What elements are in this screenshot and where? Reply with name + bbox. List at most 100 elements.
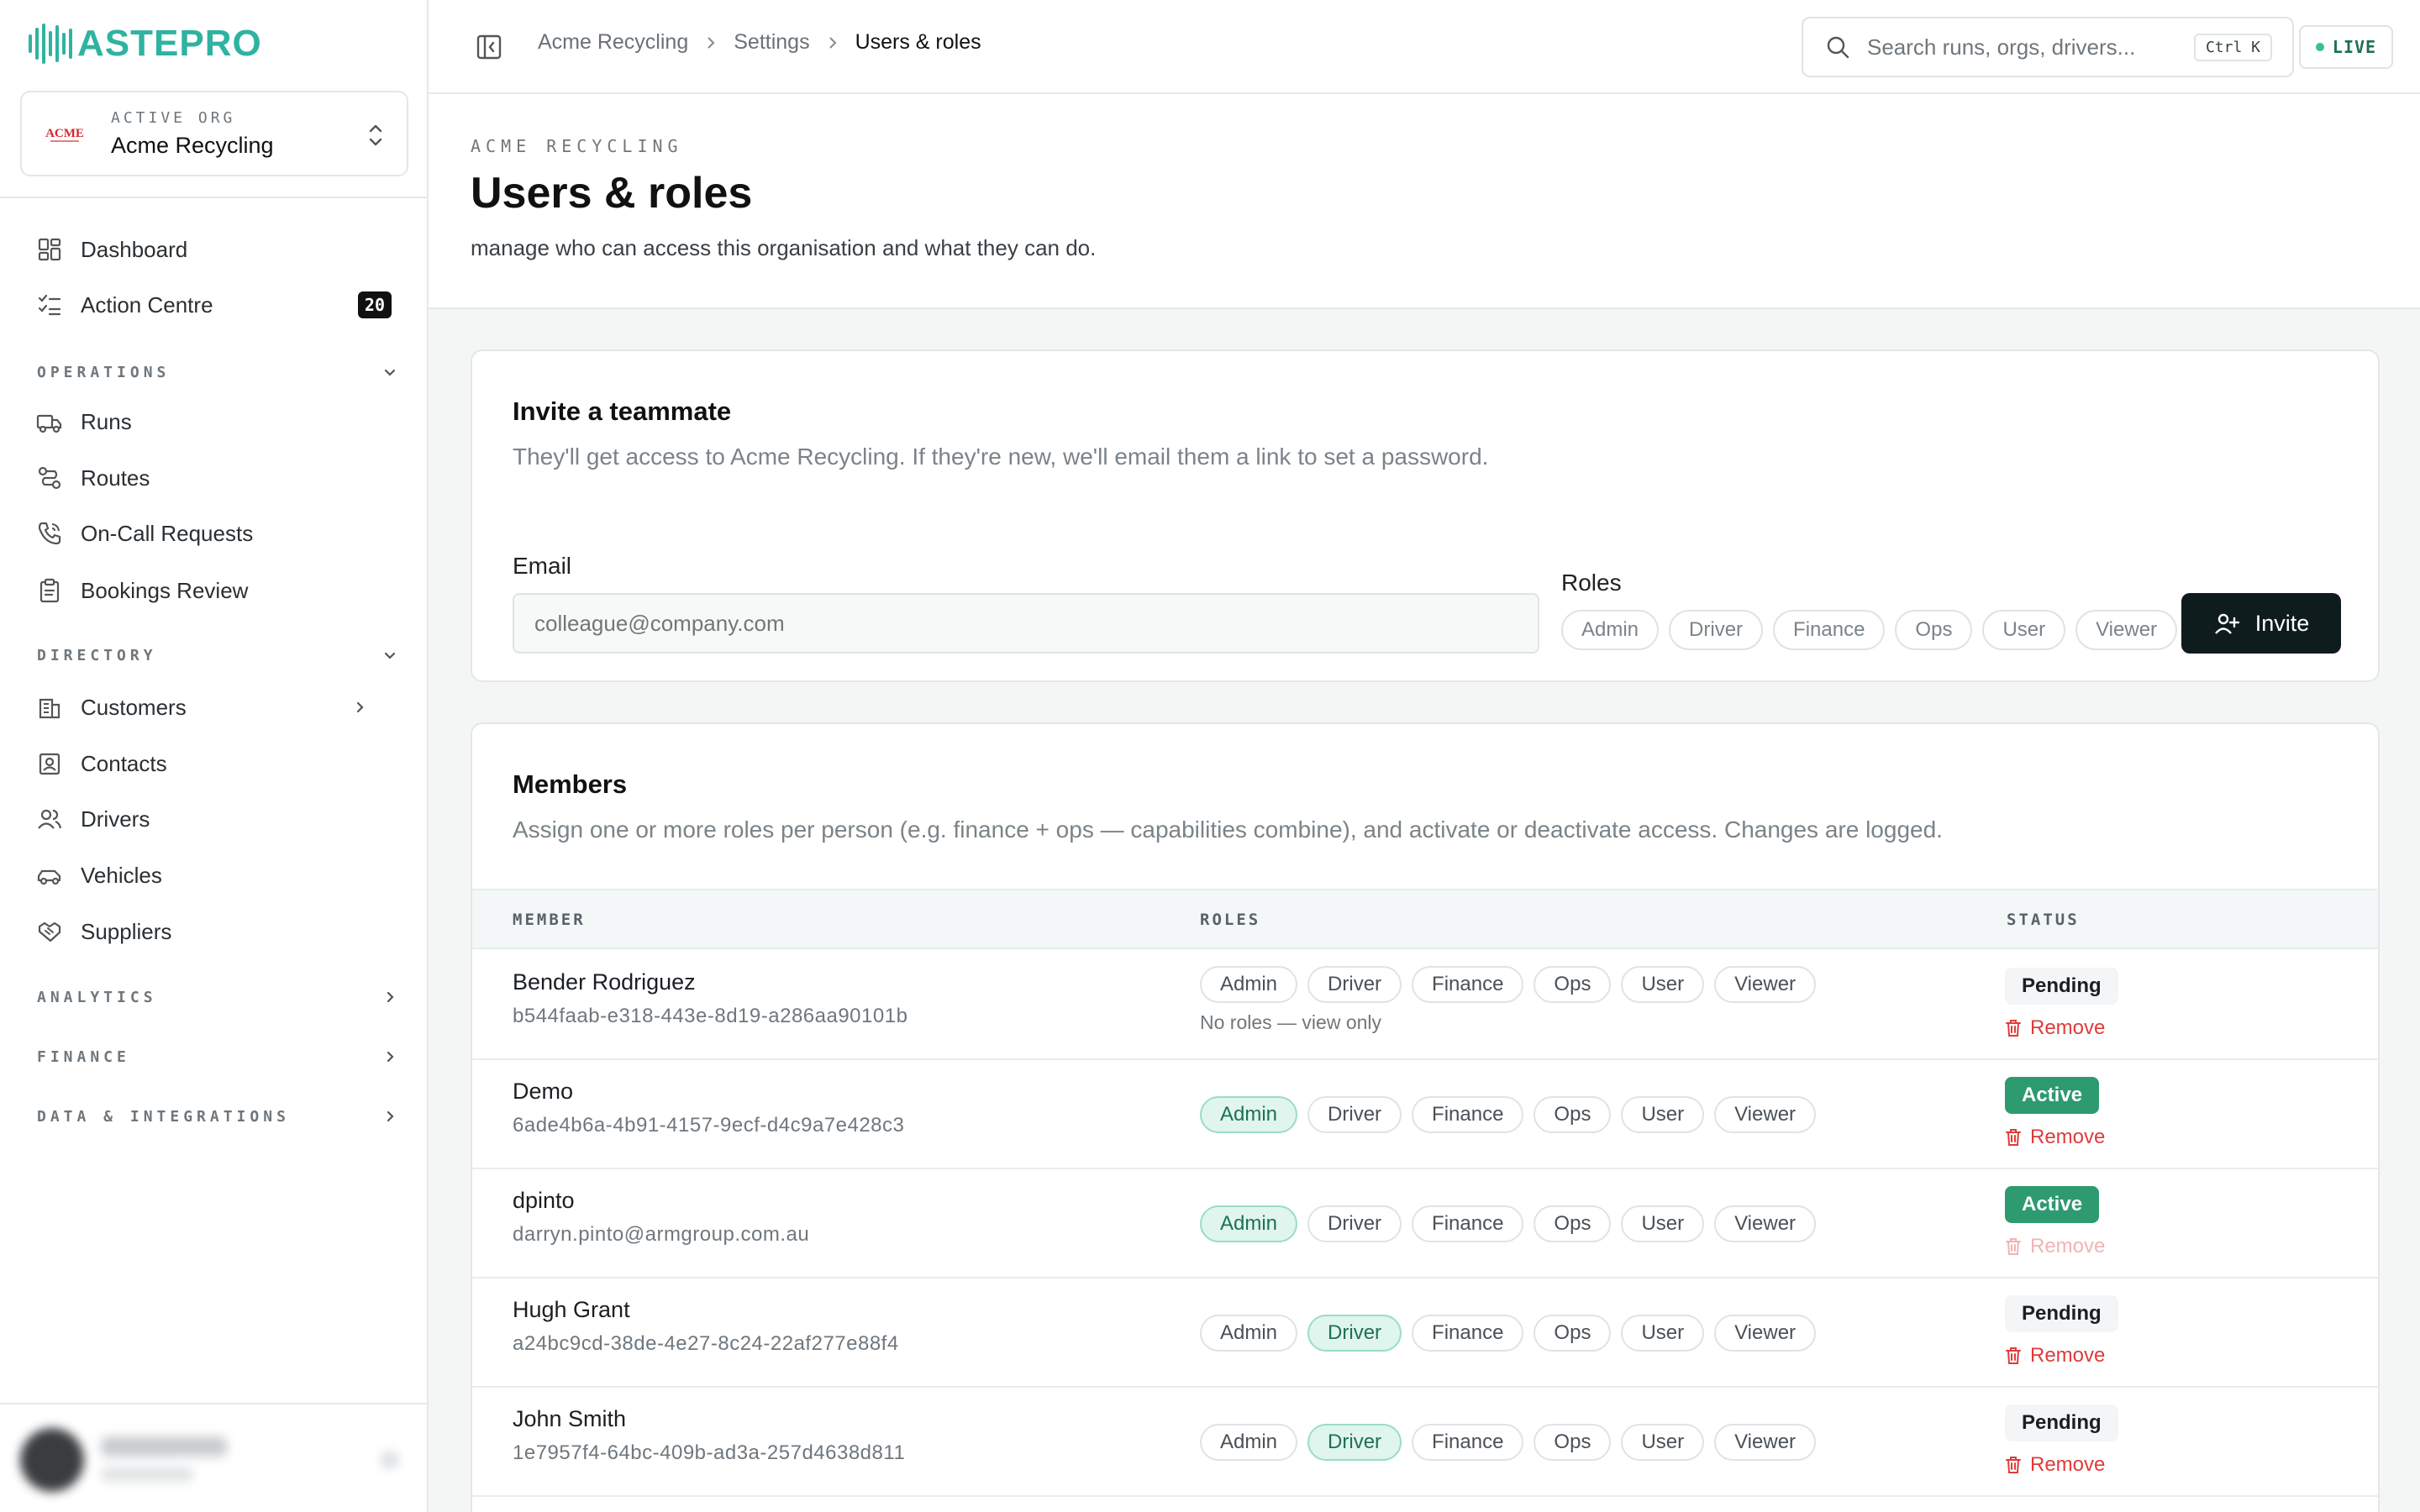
status-badge[interactable]: Pending (2005, 1404, 2118, 1441)
role-toggle-viewer[interactable]: Viewer (1714, 1096, 1817, 1133)
role-option-admin[interactable]: Admin (1561, 610, 1660, 650)
brand-name: ASTEPRO (77, 23, 262, 64)
member-roles: Admin Driver Finance Ops User Viewer (1200, 966, 1817, 1003)
member-name: John Smith (513, 1406, 627, 1431)
invite-role-picker: Admin Driver Finance Ops User Viewer (1561, 610, 2178, 650)
member-roles: Admin Driver Finance Ops User Viewer (1200, 1205, 1817, 1242)
sidebar-section-analytics[interactable]: ANALYTICS (37, 983, 398, 1011)
sidebar-item-label: Runs (81, 408, 132, 434)
role-toggle-user[interactable]: User (1621, 1205, 1705, 1242)
car-icon (34, 859, 66, 891)
role-toggle-user[interactable]: User (1621, 1315, 1705, 1352)
role-toggle-driver[interactable]: Driver (1307, 1315, 1402, 1352)
role-option-ops[interactable]: Ops (1895, 610, 1973, 650)
invite-button[interactable]: Invite (2181, 593, 2341, 654)
avatar (20, 1428, 84, 1492)
logo-wave-icon (29, 23, 72, 65)
role-toggle-user[interactable]: User (1621, 1096, 1705, 1133)
role-toggle-admin[interactable]: Admin (1200, 1205, 1298, 1242)
org-logo-text: ACME (45, 127, 84, 140)
sidebar-section-operations[interactable]: OPERATIONS (37, 358, 398, 386)
sidebar-item-action-centre[interactable]: Action Centre 20 (34, 285, 403, 325)
status-badge[interactable]: Pending (2005, 968, 2118, 1005)
sidebar-item-bookings-review[interactable]: Bookings Review (34, 570, 403, 611)
role-toggle-driver[interactable]: Driver (1307, 966, 1402, 1003)
sidebar-section-finance[interactable]: FINANCE (37, 1042, 398, 1071)
sidebar-item-oncall-requests[interactable]: On-Call Requests (34, 513, 403, 554)
role-toggle-finance[interactable]: Finance (1412, 1315, 1524, 1352)
page-title: Users & roles (471, 169, 753, 218)
sidebar-item-routes[interactable]: Routes (34, 458, 403, 498)
role-toggle-ops[interactable]: Ops (1534, 1205, 1612, 1242)
org-name: Acme Recycling (111, 133, 274, 158)
role-option-user[interactable]: User (1982, 610, 2066, 650)
global-search[interactable]: Search runs, orgs, drivers... Ctrl K (1802, 17, 2294, 77)
member-name: Demo (513, 1079, 574, 1104)
sidebar-item-dashboard[interactable]: Dashboard (34, 229, 403, 270)
chevron-right-icon (387, 1051, 394, 1063)
live-label: LIVE (2332, 37, 2377, 57)
member-identifier: darryn.pinto@armgroup.com.au (513, 1223, 810, 1246)
brand-logo[interactable]: ASTEPRO (29, 18, 262, 69)
sidebar-item-customers[interactable]: Customers (34, 687, 403, 727)
role-option-driver[interactable]: Driver (1669, 610, 1764, 650)
email-field[interactable] (513, 593, 1539, 654)
role-toggle-ops[interactable]: Ops (1534, 966, 1612, 1003)
role-toggle-admin[interactable]: Admin (1200, 1096, 1298, 1133)
role-toggle-finance[interactable]: Finance (1412, 1424, 1524, 1461)
role-toggle-viewer[interactable]: Viewer (1714, 1205, 1817, 1242)
role-toggle-ops[interactable]: Ops (1534, 1315, 1612, 1352)
sidebar-item-runs[interactable]: Runs (34, 402, 403, 442)
role-toggle-admin[interactable]: Admin (1200, 966, 1298, 1003)
user-plus-icon (2214, 613, 2239, 634)
breadcrumb-org[interactable]: Acme Recycling (538, 30, 688, 55)
chevron-down-icon (384, 652, 396, 659)
sidebar-item-suppliers[interactable]: Suppliers (34, 911, 403, 952)
role-option-viewer[interactable]: Viewer (2075, 610, 2178, 650)
role-toggle-driver[interactable]: Driver (1307, 1205, 1402, 1242)
chevron-right-icon (387, 1110, 394, 1122)
user-email-redacted (101, 1467, 193, 1482)
contact-card-icon (34, 748, 66, 780)
remove-member-button[interactable]: Remove (2005, 1453, 2105, 1477)
role-toggle-viewer[interactable]: Viewer (1714, 1315, 1817, 1352)
role-toggle-ops[interactable]: Ops (1534, 1096, 1612, 1133)
role-toggle-finance[interactable]: Finance (1412, 1096, 1524, 1133)
member-roles: Admin Driver Finance Ops User Viewer (1200, 1315, 1817, 1352)
member-roles: Admin Driver Finance Ops User Viewer (1200, 1424, 1817, 1461)
role-toggle-driver[interactable]: Driver (1307, 1424, 1402, 1461)
invite-card: Invite a teammate They'll get access to … (471, 349, 2380, 682)
sidebar-collapse-icon[interactable] (474, 32, 504, 62)
role-toggle-finance[interactable]: Finance (1412, 1205, 1524, 1242)
status-badge[interactable]: Pending (2005, 1295, 2118, 1332)
sidebar-item-drivers[interactable]: Drivers (34, 799, 403, 839)
user-name-redacted (101, 1436, 227, 1457)
role-toggle-ops[interactable]: Ops (1534, 1424, 1612, 1461)
org-switcher[interactable]: ACME ACTIVE ORG Acme Recycling (20, 91, 408, 176)
remove-member-button[interactable]: Remove (2005, 1126, 2105, 1149)
trash-icon (2006, 1347, 2021, 1364)
sidebar-section-directory[interactable]: DIRECTORY (37, 641, 398, 669)
role-toggle-user[interactable]: User (1621, 1424, 1705, 1461)
role-toggle-viewer[interactable]: Viewer (1714, 1424, 1817, 1461)
remove-member-button[interactable]: Remove (2005, 1016, 2105, 1040)
member-name: dpinto (513, 1188, 575, 1213)
user-profile-menu[interactable] (0, 1403, 429, 1512)
breadcrumb-settings[interactable]: Settings (734, 30, 809, 55)
role-toggle-finance[interactable]: Finance (1412, 966, 1524, 1003)
role-option-finance[interactable]: Finance (1773, 610, 1886, 650)
status-badge[interactable]: Active (2005, 1186, 2100, 1223)
role-toggle-admin[interactable]: Admin (1200, 1315, 1298, 1352)
sidebar-item-vehicles[interactable]: Vehicles (34, 855, 403, 895)
role-toggle-admin[interactable]: Admin (1200, 1424, 1298, 1461)
role-toggle-driver[interactable]: Driver (1307, 1096, 1402, 1133)
chevron-right-icon (356, 701, 364, 713)
sidebar-item-label: Vehicles (81, 862, 162, 888)
role-toggle-user[interactable]: User (1621, 966, 1705, 1003)
role-toggle-viewer[interactable]: Viewer (1714, 966, 1817, 1003)
remove-member-button[interactable]: Remove (2005, 1344, 2105, 1368)
member-identifier: b544faab-e318-443e-8d19-a286aa90101b (513, 1005, 908, 1027)
sidebar-section-data-integrations[interactable]: DATA & INTEGRATIONS (37, 1102, 398, 1131)
status-badge[interactable]: Active (2005, 1077, 2100, 1114)
sidebar-item-contacts[interactable]: Contacts (34, 743, 403, 784)
